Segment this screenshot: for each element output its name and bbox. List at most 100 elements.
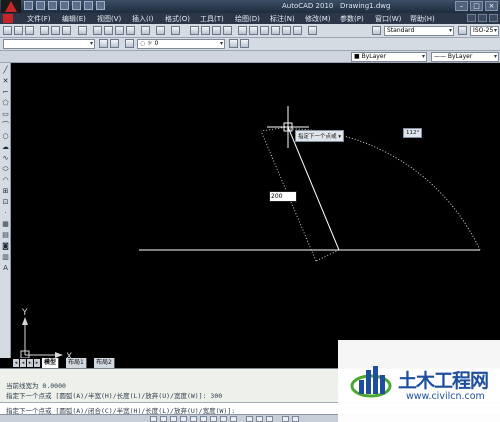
new-file-icon[interactable] — [24, 1, 33, 10]
multiline-text-icon[interactable]: A — [1, 264, 10, 272]
open-file-icon[interactable] — [36, 1, 45, 10]
drawing-area[interactable]: Y X 指定下一个点或 ▾ 112° 200 — [11, 63, 500, 358]
pan-status-icon[interactable] — [282, 416, 289, 422]
properties-icon[interactable] — [238, 26, 247, 35]
text-style-icon[interactable] — [372, 26, 381, 35]
revision-cloud-icon[interactable]: ☁ — [1, 143, 10, 151]
arc-tool-icon[interactable]: ⌒ — [1, 121, 10, 129]
match-properties-icon[interactable] — [126, 26, 135, 35]
snap-mode-icon[interactable] — [150, 416, 157, 422]
minimize-button[interactable]: – — [455, 1, 468, 11]
document-icon[interactable] — [3, 14, 13, 23]
tab-layout1[interactable]: 布局1 — [66, 358, 87, 368]
point-tool-icon[interactable]: · — [1, 209, 10, 217]
menu-view[interactable]: 视图(V) — [97, 14, 121, 24]
dim-style-select[interactable]: ISO-25 — [470, 26, 499, 36]
next-tab-icon[interactable]: ▸ — [27, 359, 33, 367]
zoom-realtime-icon[interactable] — [201, 26, 210, 35]
dynamic-input-icon[interactable] — [210, 416, 217, 422]
hatch-tool-icon[interactable]: ▦ — [1, 220, 10, 228]
linetype-select[interactable]: —— ByLayer — [431, 52, 499, 62]
help-icon[interactable] — [308, 26, 317, 35]
dim-style-icon[interactable] — [458, 26, 467, 35]
print-icon[interactable] — [84, 1, 93, 10]
publish-icon[interactable] — [62, 26, 71, 35]
menu-edit[interactable]: 编辑(E) — [62, 14, 86, 24]
polygon-tool-icon[interactable]: ⬠ — [1, 99, 10, 107]
make-current-layer-icon[interactable] — [229, 39, 238, 48]
gradient-tool-icon[interactable]: ▤ — [1, 231, 10, 239]
menu-file[interactable]: 文件(F) — [27, 14, 51, 24]
tab-model[interactable]: 模型 — [42, 358, 60, 368]
text-style-select[interactable]: Standard — [384, 26, 454, 36]
tool-palettes-icon[interactable] — [260, 26, 269, 35]
length-input[interactable]: 200 — [269, 191, 297, 202]
construction-line-icon[interactable]: ✕ — [1, 77, 10, 85]
design-center-icon[interactable] — [249, 26, 258, 35]
menu-insert[interactable]: 插入(I) — [132, 14, 154, 24]
undo-icon[interactable] — [156, 26, 165, 35]
layer-properties-icon[interactable] — [110, 39, 119, 48]
plot-icon[interactable] — [96, 1, 105, 10]
spline-tool-icon[interactable]: ∿ — [1, 154, 10, 162]
maximize-button[interactable]: □ — [470, 1, 483, 11]
redo-icon[interactable] — [72, 1, 81, 10]
menu-dimension[interactable]: 标注(N) — [270, 14, 295, 24]
sheet-set-icon[interactable] — [271, 26, 280, 35]
circle-tool-icon[interactable]: ○ — [1, 132, 10, 140]
menu-window[interactable]: 窗口(W) — [375, 14, 401, 24]
polar-tracking-icon[interactable] — [180, 416, 187, 422]
menu-help[interactable]: 帮助(H) — [410, 14, 435, 24]
grid-display-icon[interactable] — [160, 416, 167, 422]
last-tab-icon[interactable]: ▸ — [34, 359, 40, 367]
plot-preview-icon[interactable] — [51, 26, 60, 35]
quick-properties-icon[interactable] — [230, 416, 237, 422]
zoom-previous-icon[interactable] — [223, 26, 232, 35]
prev-tab-icon[interactable]: ◂ — [20, 359, 26, 367]
lineweight-icon[interactable] — [220, 416, 227, 422]
menu-modify[interactable]: 修改(M) — [305, 14, 331, 24]
menu-format[interactable]: 格式(O) — [165, 14, 190, 24]
workspace-select[interactable] — [3, 39, 95, 49]
ortho-mode-icon[interactable] — [170, 416, 177, 422]
save-icon[interactable] — [48, 1, 57, 10]
object-snap-icon[interactable] — [190, 416, 197, 422]
doc-minimize-icon[interactable] — [467, 14, 476, 22]
layer-states-icon[interactable] — [125, 39, 134, 48]
drawing-canvas[interactable]: Y X — [11, 63, 500, 358]
line-tool-icon[interactable]: ╱ — [1, 66, 10, 74]
quickcalc-icon[interactable] — [293, 26, 302, 35]
region-tool-icon[interactable]: ◙ — [1, 242, 10, 250]
markup-icon[interactable] — [282, 26, 291, 35]
tab-layout2[interactable]: 布局2 — [94, 358, 115, 368]
polyline-tool-icon[interactable]: ⌐ — [1, 88, 10, 96]
workspace-settings-icon[interactable] — [99, 39, 108, 48]
ellipse-arc-icon[interactable]: ◠ — [1, 176, 10, 184]
down-arrow-icon[interactable]: ▾ — [338, 134, 341, 140]
paste-icon[interactable] — [115, 26, 124, 35]
quick-view-drawings-icon[interactable] — [266, 416, 273, 422]
make-block-icon[interactable]: ⊡ — [1, 198, 10, 206]
insert-block-icon[interactable]: ⊞ — [1, 187, 10, 195]
open-icon[interactable] — [14, 26, 23, 35]
print-icon[interactable] — [40, 26, 49, 35]
layer-previous-icon[interactable] — [240, 39, 249, 48]
layer-select[interactable]: ◌ ☼ 0 — [137, 39, 225, 49]
redo-icon[interactable] — [171, 26, 180, 35]
doc-close-icon[interactable] — [489, 14, 498, 22]
copy-icon[interactable] — [104, 26, 113, 35]
zoom-status-icon[interactable] — [292, 416, 299, 422]
close-button[interactable]: × — [485, 1, 498, 11]
save-icon[interactable] — [25, 26, 34, 35]
zoom-window-icon[interactable] — [212, 26, 221, 35]
autocad-logo-icon[interactable] — [1, 0, 21, 13]
menu-parametric[interactable]: 参数(P) — [340, 14, 364, 24]
doc-restore-icon[interactable] — [478, 14, 487, 22]
color-select[interactable]: ■ ByLayer — [351, 52, 427, 62]
undo-icon[interactable] — [60, 1, 69, 10]
pan-icon[interactable] — [190, 26, 199, 35]
ellipse-tool-icon[interactable]: ⬭ — [1, 165, 10, 173]
first-tab-icon[interactable]: ◂ — [13, 359, 19, 367]
rectangle-tool-icon[interactable]: ▭ — [1, 110, 10, 118]
new-icon[interactable] — [3, 26, 12, 35]
